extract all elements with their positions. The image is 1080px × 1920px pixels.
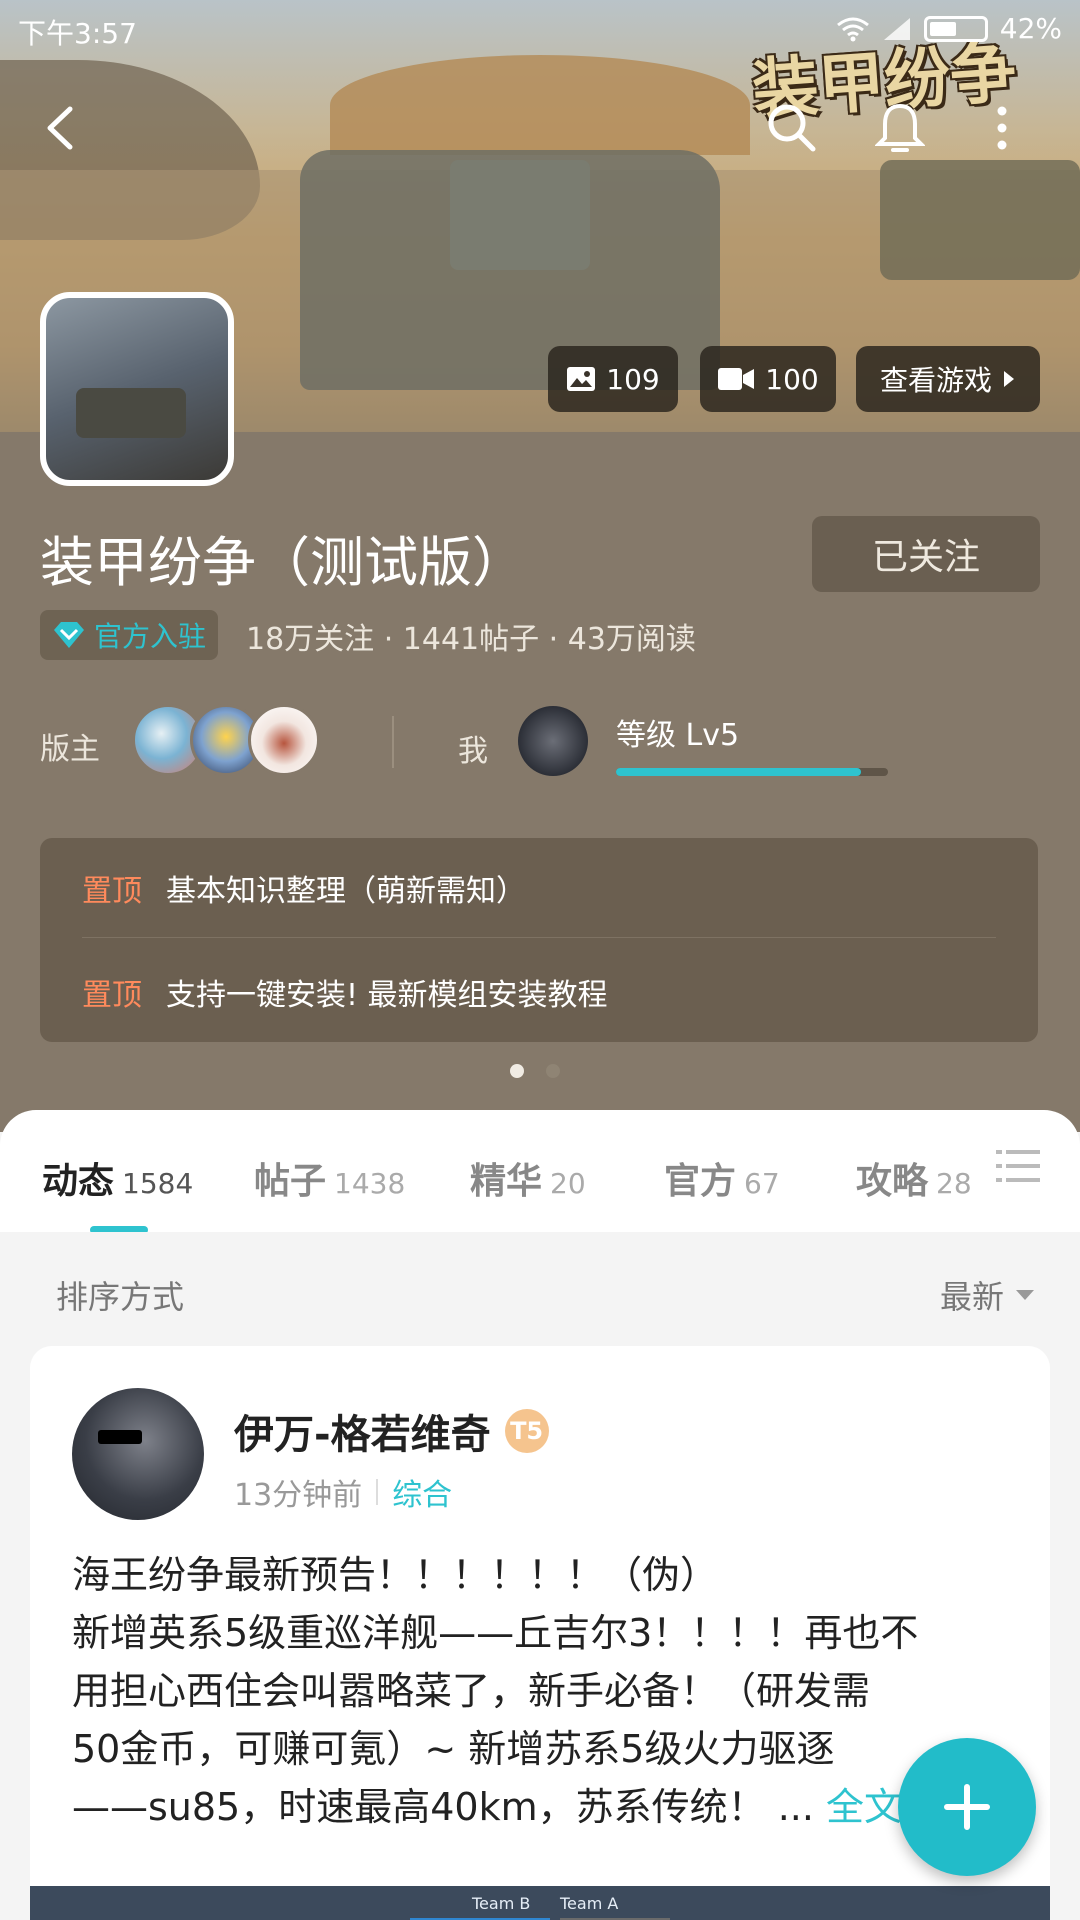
pinned-tag: 置顶 — [82, 978, 142, 1013]
carousel-indicator — [510, 1064, 560, 1078]
tab-label: 动态 — [42, 1161, 115, 1202]
author-row: 伊万-格若维奇 T5 — [234, 1402, 549, 1460]
banner-tank-turret — [450, 160, 590, 270]
tab-guides[interactable]: 攻略 28 — [856, 1152, 972, 1204]
status-bar: 下午3:57 42% — [0, 0, 1080, 56]
list-icon — [996, 1150, 1040, 1182]
bell-icon — [875, 103, 925, 152]
divider — [376, 1479, 379, 1505]
tab-label: 攻略 — [856, 1161, 929, 1202]
more-vertical-icon — [997, 106, 1007, 150]
tab-label: 官方 — [664, 1161, 737, 1202]
image-label: Team A — [560, 1894, 619, 1913]
tab-dynamics[interactable]: 动态 1584 — [42, 1152, 193, 1204]
tab-bar: 动态 1584 帖子 1438 精华 20 官方 67 攻略 28 — [0, 1110, 1080, 1234]
game-stats: 18万关注 · 1441帖子 · 43万阅读 — [246, 622, 696, 657]
post-card[interactable]: 伊万-格若维奇 T5 13分钟前 综合 海王纷争最新预告！！！！！！（伪） 新增… — [30, 1346, 1050, 1920]
search-icon — [768, 104, 816, 152]
user-level-badge: T5 — [504, 1409, 549, 1453]
back-button[interactable] — [28, 96, 92, 160]
signal-icon — [883, 17, 910, 40]
moderator-avatar[interactable] — [248, 704, 320, 776]
create-post-button[interactable] — [898, 1738, 1036, 1876]
image-label: Team B — [472, 1894, 531, 1913]
author-avatar[interactable] — [72, 1388, 204, 1520]
moderator-label: 版主 — [40, 732, 100, 767]
photo-count-button[interactable]: 109 — [548, 346, 678, 412]
tab-featured[interactable]: 精华 20 — [470, 1152, 586, 1204]
post-meta: 13分钟前 综合 — [234, 1470, 452, 1514]
tab-label: 帖子 — [254, 1161, 327, 1202]
search-button[interactable] — [760, 96, 824, 160]
banner-truck — [880, 160, 1080, 280]
pinned-posts: 置顶 基本知识整理（萌新需知） 置顶 支持一键安装! 最新模组安装教程 — [40, 838, 1038, 1042]
post-line: 新增英系5级重巡洋舰——丘吉尔3！！！！再也不 — [72, 1611, 919, 1655]
sort-label: 排序方式 — [56, 1278, 185, 1316]
more-button[interactable] — [970, 96, 1034, 160]
post-image[interactable]: Team B Team A — [30, 1886, 1050, 1920]
sunglasses-graphic — [98, 1430, 142, 1444]
divider — [392, 716, 394, 768]
post-line: 50金币，可赚可氪）~ 新增苏系5级火力驱逐 — [72, 1727, 835, 1771]
pinned-tag: 置顶 — [82, 873, 142, 909]
post-content[interactable]: 海王纷争最新预告！！！！！！（伪） 新增英系5级重巡洋舰——丘吉尔3！！！！再也… — [72, 1546, 1008, 1836]
pinned-title: 支持一键安装! 最新模组安装教程 — [166, 978, 608, 1013]
banner-hill — [330, 55, 750, 155]
pinned-post[interactable]: 置顶 基本知识整理（萌新需知） — [82, 838, 996, 938]
view-game-label: 查看游戏 — [879, 364, 992, 397]
status-right: 42% — [836, 12, 1062, 45]
follow-button[interactable]: 已关注 — [812, 516, 1040, 592]
photo-count: 109 — [606, 362, 660, 396]
carousel-dot — [546, 1064, 560, 1078]
read-more-link[interactable]: 全文 — [826, 1785, 902, 1829]
carousel-dot-active — [510, 1064, 524, 1078]
level-progress-bar — [616, 768, 888, 776]
pinned-post[interactable]: 置顶 支持一键安装! 最新模组安装教程 — [82, 942, 996, 1042]
sort-value: 最新 — [939, 1278, 1004, 1316]
post-category[interactable]: 综合 — [392, 1470, 452, 1514]
status-time: 下午3:57 — [18, 17, 137, 50]
wifi-icon — [836, 17, 869, 41]
my-avatar[interactable] — [518, 706, 588, 776]
tab-label: 精华 — [470, 1161, 543, 1202]
video-count-button[interactable]: 100 — [700, 346, 836, 412]
pinned-title: 基本知识整理（萌新需知） — [166, 873, 526, 909]
post-line: 海王纷争最新预告！！！！！！（伪） — [72, 1553, 719, 1597]
battery-level: 42% — [999, 12, 1062, 45]
level-progress-fill — [616, 768, 861, 776]
caret-right-icon — [1004, 371, 1014, 387]
author-name[interactable]: 伊万-格若维奇 — [234, 1402, 491, 1460]
tab-count: 20 — [550, 1167, 586, 1200]
tab-posts[interactable]: 帖子 1438 — [254, 1152, 405, 1204]
image-icon — [567, 367, 596, 391]
game-title: 装甲纷争（测试版） — [40, 531, 526, 594]
post-time: 13分钟前 — [234, 1478, 363, 1513]
plus-icon — [944, 1784, 990, 1830]
tab-count: 67 — [744, 1167, 780, 1200]
view-game-button[interactable]: 查看游戏 — [856, 346, 1040, 412]
game-avatar — [40, 292, 234, 486]
diamond-icon — [54, 622, 84, 648]
my-level: 等级 Lv5 — [616, 718, 740, 753]
tab-count: 28 — [936, 1167, 972, 1200]
tab-count: 1438 — [334, 1167, 406, 1200]
official-label: 官方入驻 — [94, 620, 207, 653]
tab-count: 1584 — [122, 1167, 194, 1200]
official-badge: 官方入驻 — [40, 610, 219, 660]
tab-official[interactable]: 官方 67 — [664, 1152, 780, 1204]
tab-list-button[interactable] — [996, 1146, 1040, 1190]
post-line: 用担心西住会叫嚣略菜了，新手必备！（研发需 — [72, 1669, 871, 1713]
moderator-avatars[interactable] — [132, 704, 320, 776]
video-icon — [718, 368, 755, 390]
caret-down-icon — [1016, 1290, 1034, 1300]
battery-icon — [923, 15, 988, 42]
sort-dropdown[interactable]: 最新 — [940, 1272, 1036, 1318]
video-count: 100 — [765, 362, 819, 396]
post-line: ——su85，时速最高40km，苏系传统！ ... — [72, 1785, 814, 1829]
me-label: 我 — [458, 734, 488, 769]
back-icon — [47, 106, 73, 150]
notification-button[interactable] — [868, 96, 932, 160]
